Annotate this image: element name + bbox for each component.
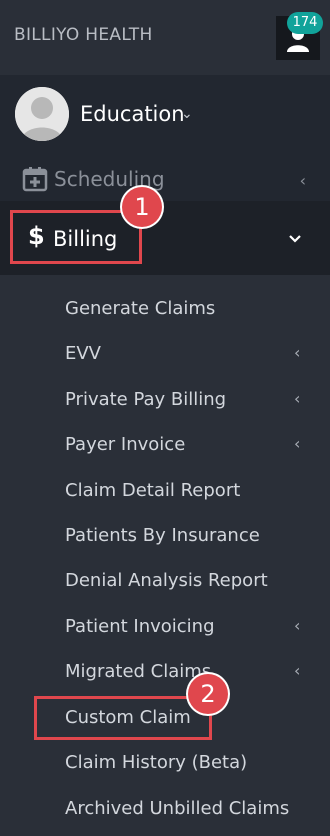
chevron-left-icon: ‹: [294, 434, 301, 453]
chevron-left-icon: ‹: [294, 661, 301, 680]
avatar[interactable]: [15, 87, 69, 141]
brand-title: BILLIYO HEALTH: [14, 25, 153, 45]
submenu-item-archived-unbilled-claims[interactable]: Archived Unbilled Claims: [0, 786, 330, 831]
submenu-item-evv[interactable]: EVV ‹: [0, 331, 330, 376]
submenu-label: Claim History (Beta): [65, 752, 248, 773]
default-avatar-icon: [15, 87, 69, 141]
chevron-left-icon: ‹: [299, 171, 306, 190]
annotation-highlight-billing: [10, 210, 142, 264]
submenu-label: EVV: [65, 343, 101, 364]
submenu-label: Generate Claims: [65, 298, 216, 319]
submenu-label: Migrated Claims: [65, 661, 212, 682]
submenu-label: Patient Invoicing: [65, 616, 215, 637]
submenu-item-private-pay-billing[interactable]: Private Pay Billing ‹: [0, 377, 330, 422]
submenu-label: Payer Invoice: [65, 434, 186, 455]
chevron-left-icon: ‹: [294, 616, 301, 635]
submenu-item-claim-history-beta[interactable]: Claim History (Beta): [0, 740, 330, 785]
annotation-highlight-custom-claim: [34, 696, 212, 740]
notification-badge: 174: [287, 12, 323, 34]
chevron-left-icon: ‹: [294, 389, 301, 408]
submenu-label: Claim Detail Report: [65, 480, 241, 501]
chevron-left-icon: ‹: [294, 343, 301, 362]
submenu-label: Private Pay Billing: [65, 389, 227, 410]
submenu-item-claim-detail-report[interactable]: Claim Detail Report: [0, 468, 330, 513]
organization-name[interactable]: Education: [80, 102, 185, 126]
calendar-plus-icon: [22, 167, 48, 192]
annotation-step-1: 1: [122, 187, 162, 227]
chevron-down-icon: [289, 235, 301, 243]
profile-panel: Education ⌄: [0, 75, 330, 161]
submenu-item-patient-invoicing[interactable]: Patient Invoicing ‹: [0, 604, 330, 649]
submenu-item-payer-invoice[interactable]: Payer Invoice ‹: [0, 422, 330, 467]
annotation-step-2: 2: [188, 674, 228, 714]
submenu-label: Archived Unbilled Claims: [65, 798, 290, 819]
billing-submenu: Generate Claims EVV ‹ Private Pay Billin…: [0, 275, 330, 836]
submenu-item-generate-claims[interactable]: Generate Claims: [0, 286, 330, 331]
submenu-item-patients-by-insurance[interactable]: Patients By Insurance: [0, 513, 330, 558]
top-bar: BILLIYO HEALTH 174: [0, 0, 330, 75]
nav-item-scheduling[interactable]: Scheduling ‹: [0, 161, 330, 201]
submenu-label: Patients By Insurance: [65, 525, 260, 546]
submenu-label: Denial Analysis Report: [65, 570, 268, 591]
submenu-item-migrated-claims[interactable]: Migrated Claims ‹: [0, 649, 330, 694]
chevron-down-icon[interactable]: ⌄: [181, 106, 193, 122]
submenu-item-denial-analysis-report[interactable]: Denial Analysis Report: [0, 558, 330, 603]
